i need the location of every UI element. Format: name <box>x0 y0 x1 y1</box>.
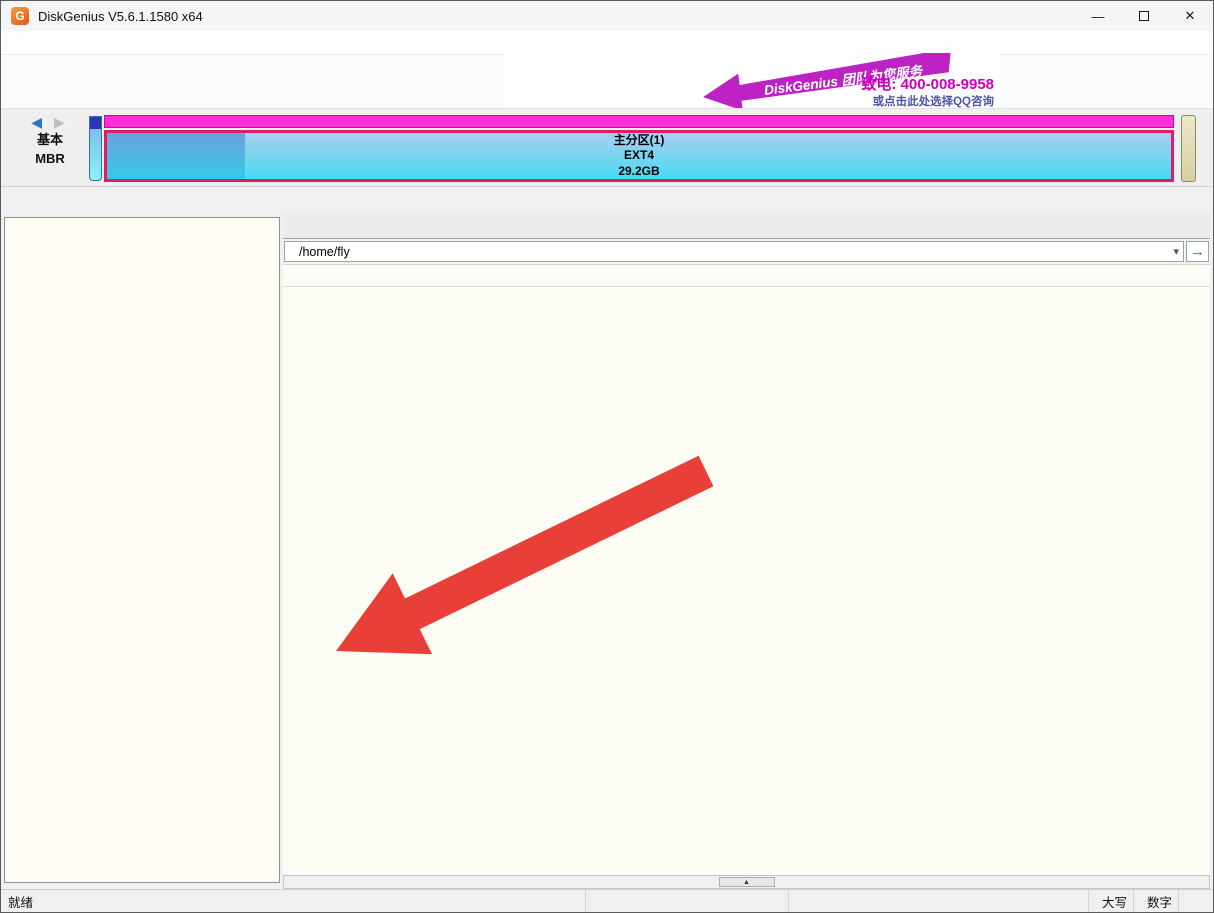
close-button[interactable]: ✕ <box>1167 1 1213 31</box>
ad-qq-link[interactable]: 或点击此处选择QQ咨询 <box>861 95 994 108</box>
resize-grip[interactable] <box>1179 890 1213 912</box>
maximize-button[interactable] <box>1121 1 1167 31</box>
status-cell <box>789 890 1089 912</box>
disk-left-cap <box>89 116 102 181</box>
current-path: /home/fly <box>299 245 350 259</box>
partition-used-space <box>107 133 245 179</box>
status-ready: 就绪 <box>1 890 586 912</box>
ad-phone: 致电: 400-008-9958 <box>861 76 994 95</box>
disk-tree-panel <box>4 217 280 883</box>
diskgenius-window: G DiskGenius V5.6.1.1580 x64 — ✕ DiskGen… <box>0 0 1214 913</box>
app-logo-icon: G <box>11 7 29 25</box>
status-num-indicator: 数字 <box>1134 890 1179 912</box>
main-area: /home/fly ▾ → ▲ <box>1 213 1213 889</box>
status-cell <box>586 890 789 912</box>
next-disk-icon[interactable]: ▶ <box>54 114 69 130</box>
disk-extent-bar[interactable] <box>104 115 1174 128</box>
disk-info-bar <box>1 187 1213 213</box>
maximize-icon <box>1139 11 1149 21</box>
menu-bar <box>1 31 1213 55</box>
path-combobox[interactable]: /home/fly ▾ <box>284 241 1184 262</box>
file-list <box>283 287 1210 875</box>
path-bar: /home/fly ▾ → <box>283 239 1210 265</box>
partition-name: 主分区(1) <box>614 133 665 149</box>
go-button[interactable]: → <box>1186 241 1209 262</box>
prev-disk-icon[interactable]: ◀ <box>31 114 46 130</box>
chevron-down-icon[interactable]: ▾ <box>1173 245 1179 258</box>
table-header <box>283 265 1210 287</box>
disk-graphic-scrollbar[interactable] <box>1181 115 1196 182</box>
ad-banner[interactable]: DiskGenius 团队为您服务 致电: 400-008-9958 或点击此处… <box>504 53 1000 108</box>
partition-size: 29.2GB <box>618 164 659 180</box>
window-title: DiskGenius V5.6.1.1580 x64 <box>38 9 203 24</box>
minimize-button[interactable]: — <box>1075 1 1121 31</box>
status-bar: 就绪 大写 数字 <box>1 889 1213 912</box>
partition-fs: EXT4 <box>624 148 654 164</box>
tab-bar <box>283 213 1210 239</box>
disk-scheme-label: MBR <box>19 150 81 169</box>
disk-type-label: 基本 <box>19 131 81 150</box>
status-caps-indicator: 大写 <box>1089 890 1134 912</box>
partition-rect[interactable]: 主分区(1) EXT4 29.2GB <box>104 130 1174 182</box>
title-bar: G DiskGenius V5.6.1.1580 x64 — ✕ <box>1 1 1213 31</box>
right-panel: /home/fly ▾ → ▲ <box>283 213 1210 889</box>
bottom-scroll-strip: ▲ <box>283 875 1210 889</box>
scroll-up-button[interactable]: ▲ <box>719 877 775 887</box>
disk-graphic-section: ◀ ▶ 基本 MBR 主分区(1) EXT4 29.2GB <box>1 109 1213 187</box>
